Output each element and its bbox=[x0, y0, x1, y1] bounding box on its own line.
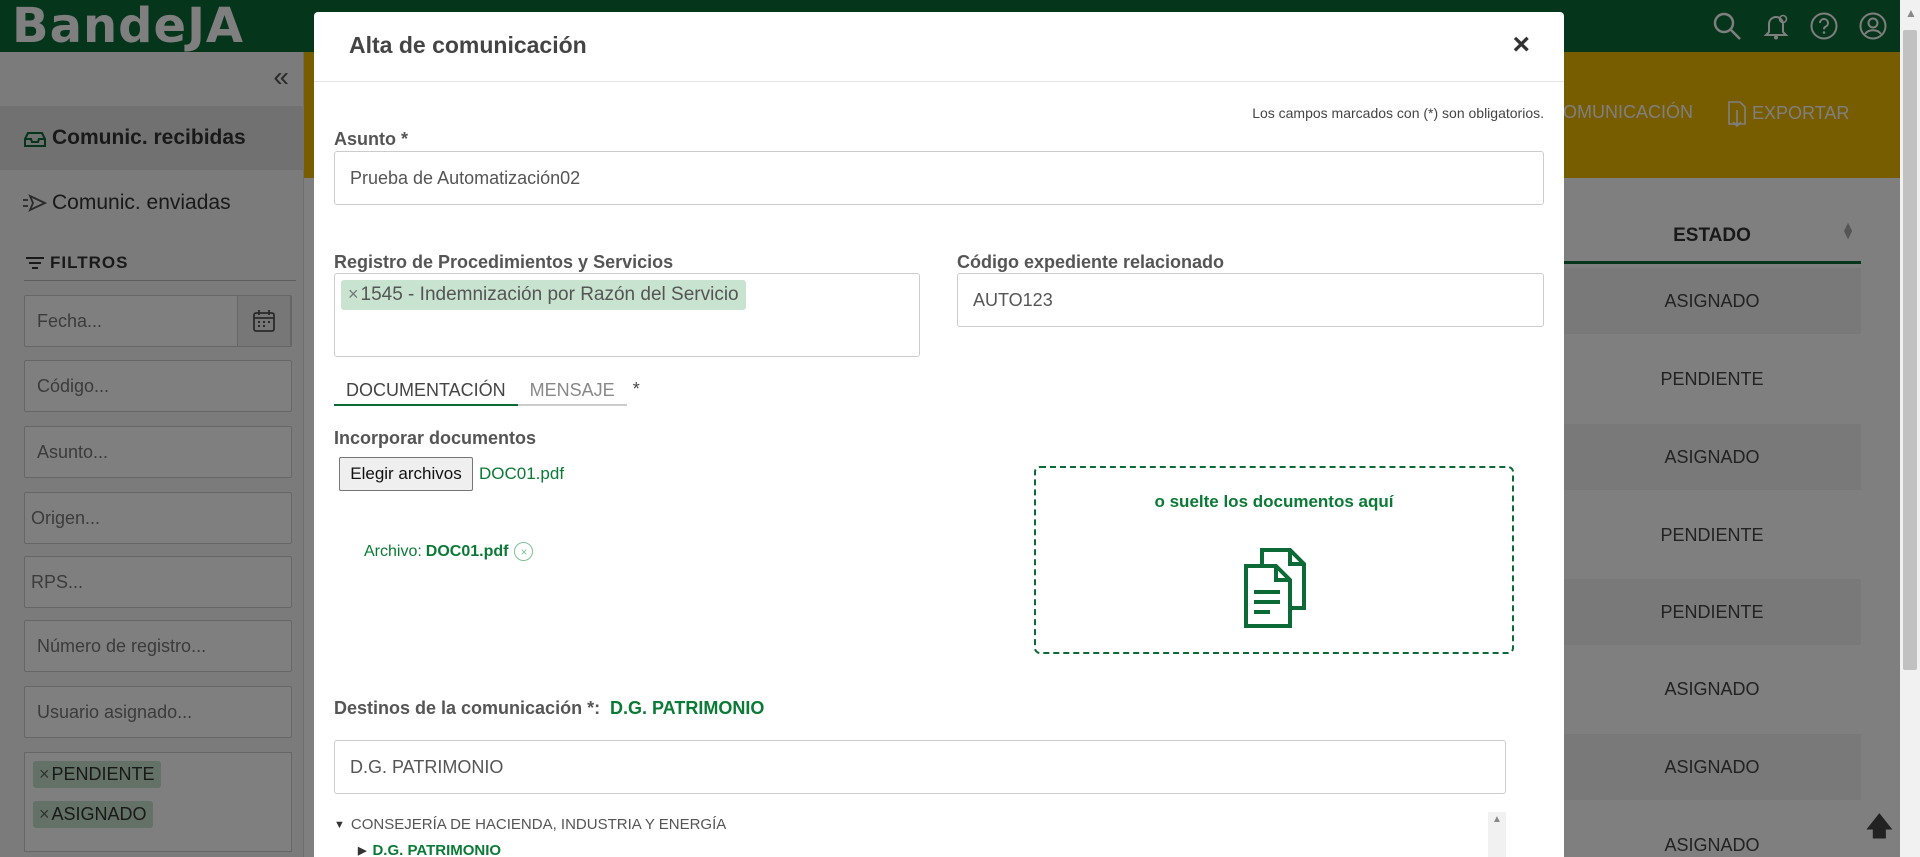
scroll-up-arrow-icon[interactable]: ▲ bbox=[1905, 6, 1917, 20]
remove-file-icon[interactable]: × bbox=[514, 542, 534, 561]
tab-documentacion[interactable]: DOCUMENTACIÓN bbox=[334, 378, 518, 406]
scroll-up-arrow-icon[interactable]: ▲ bbox=[1492, 814, 1502, 825]
choose-files-button[interactable]: Elegir archivos bbox=[339, 457, 473, 491]
related-code-label: Código expediente relacionado bbox=[957, 252, 1225, 272]
caret-right-icon[interactable]: ▶ bbox=[358, 844, 366, 857]
attached-file-row: Archivo: DOC01.pdf × bbox=[364, 542, 534, 561]
related-code-value: AUTO123 bbox=[973, 289, 1053, 310]
file-dropzone[interactable]: o suelte los documentos aquí bbox=[1034, 466, 1514, 654]
documents-icon bbox=[1244, 548, 1306, 628]
tree-node-label: CONSEJERÍA DE HACIENDA, INDUSTRIA Y ENER… bbox=[350, 816, 727, 833]
dropzone-text: o suelte los documentos aquí bbox=[1154, 492, 1394, 511]
chosen-file-name: DOC01.pdf bbox=[479, 464, 565, 483]
tree-scrollbar[interactable]: ▲ bbox=[1488, 812, 1506, 857]
tree-node-consejeria[interactable]: ▼ CONSEJERÍA DE HACIENDA, INDUSTRIA Y EN… bbox=[334, 816, 726, 833]
destinations-search-value: D.G. PATRIMONIO bbox=[350, 756, 504, 777]
destinations-selected: D.G. PATRIMONIO bbox=[610, 698, 765, 718]
destinations-search-input[interactable]: D.G. PATRIMONIO bbox=[334, 740, 1506, 794]
subject-input[interactable]: Prueba de Automatización02 bbox=[334, 151, 1544, 205]
modal-header: Alta de comunicación × bbox=[314, 12, 1564, 82]
back-to-top-arrow-icon[interactable]: 🡅 bbox=[1866, 808, 1893, 852]
remove-tag-icon[interactable]: × bbox=[348, 284, 359, 304]
destinations-label: Destinos de la comunicación *: bbox=[334, 698, 601, 718]
caret-down-icon[interactable]: ▼ bbox=[334, 819, 345, 831]
close-icon[interactable]: × bbox=[1512, 30, 1530, 60]
rps-tag-label: 1545 - Indemnización por Razón del Servi… bbox=[360, 284, 739, 305]
content-tabs: DOCUMENTACIÓN MENSAJE * bbox=[334, 378, 640, 408]
modal-title: Alta de comunicación bbox=[349, 32, 587, 58]
attached-file-name: DOC01.pdf bbox=[425, 542, 509, 560]
page-scrollbar[interactable]: ▲ bbox=[1900, 0, 1920, 857]
new-communication-modal: Alta de comunicación × Los campos marcad… bbox=[314, 12, 1564, 857]
attach-documents-label: Incorporar documentos bbox=[334, 428, 537, 448]
tree-node-dg-patrimonio[interactable]: ▶ D.G. PATRIMONIO bbox=[358, 842, 501, 857]
subject-value: Prueba de Automatización02 bbox=[350, 167, 581, 188]
rps-select[interactable]: × 1545 - Indemnización por Razón del Serv… bbox=[334, 273, 920, 357]
subject-label: Asunto * bbox=[334, 129, 408, 149]
tree-node-label: D.G. PATRIMONIO bbox=[372, 842, 502, 857]
tab-mensaje[interactable]: MENSAJE bbox=[517, 378, 627, 406]
rps-label: Registro de Procedimientos y Servicios bbox=[334, 252, 674, 272]
required-marker: * bbox=[632, 379, 640, 399]
destinations-tree: ▼ CONSEJERÍA DE HACIENDA, INDUSTRIA Y EN… bbox=[334, 812, 1506, 857]
rps-selected-tag[interactable]: × 1545 - Indemnización por Razón del Serv… bbox=[341, 280, 746, 310]
required-fields-note: Los campos marcados con (*) son obligato… bbox=[1252, 105, 1544, 121]
related-code-input[interactable]: AUTO123 bbox=[957, 273, 1544, 327]
attached-file-label: Archivo: bbox=[364, 542, 422, 560]
scrollbar-thumb[interactable] bbox=[1903, 30, 1917, 670]
